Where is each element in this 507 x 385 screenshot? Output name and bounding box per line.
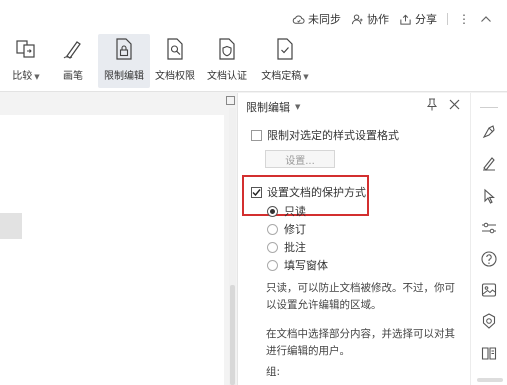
doc-cert-label: 文档认证 [207, 71, 247, 82]
protect-checkbox[interactable] [251, 186, 262, 198]
toolstrip-handle [480, 107, 498, 108]
collapse-ribbon-button[interactable] [479, 12, 493, 26]
exception-description-line2: 进行编辑的用户。 [266, 345, 350, 357]
group-label: 组: [266, 366, 281, 378]
pin-icon[interactable] [426, 98, 438, 111]
share-button[interactable]: 分享 [399, 11, 437, 27]
radio-comments-label: 批注 [284, 241, 306, 254]
readonly-description: 只读，可以防止文档被修改。不过，你可 以设置允许编辑的区域。 [266, 280, 466, 314]
collab-button[interactable]: 协作 [351, 11, 389, 27]
finalize-button[interactable]: 文档定稿 ▼ [258, 34, 312, 88]
format-restrict-option[interactable]: 限制对选定的样式设置格式 [251, 127, 399, 143]
cloud-sync-icon [292, 15, 305, 24]
radio-comments-button[interactable] [267, 241, 278, 253]
panel-title-dropdown-icon: ▼ [295, 103, 301, 111]
page-margin-shade [0, 213, 22, 239]
radio-readonly[interactable]: 只读 [267, 203, 306, 219]
readonly-description-line2: 以设置允许编辑的区域。 [266, 299, 382, 311]
panel-title: 限制编辑 [246, 101, 290, 114]
restrict-edit-label: 限制编辑 [104, 71, 144, 82]
checkmark-icon [252, 188, 261, 196]
titlebar-divider [447, 13, 448, 25]
document-rights-icon [167, 38, 183, 60]
collab-label: 协作 [367, 13, 389, 26]
collab-user-icon [351, 13, 363, 24]
compare-icon [16, 40, 35, 58]
format-restrict-checkbox[interactable] [251, 129, 262, 141]
review-ribbon: 比较 ▼ 画笔 限制编辑 文档权限 文档认证 文档定稿 ▼ [0, 30, 507, 92]
scrollbar-thumb[interactable] [230, 285, 235, 385]
radio-forms[interactable]: 填写窗体 [267, 257, 328, 273]
toolstrip-scroll-indicator [477, 378, 503, 382]
finalize-dropdown-icon: ▼ [303, 73, 309, 81]
compare-dropdown-icon: ▼ [34, 73, 40, 81]
document-area[interactable] [0, 93, 228, 385]
settings-button[interactable]: 设置... [265, 150, 335, 168]
protect-label: 设置文档的保护方式 [267, 186, 366, 199]
restrict-edit-button[interactable]: 限制编辑 [98, 34, 150, 88]
right-toolstrip [470, 93, 507, 385]
radio-tracked[interactable]: 修订 [267, 221, 306, 237]
pen-tool-icon[interactable] [480, 154, 498, 172]
cursor-select-icon[interactable] [480, 187, 498, 205]
sync-label: 未同步 [308, 13, 341, 26]
chevron-up-icon [481, 16, 491, 22]
share-icon [400, 14, 411, 25]
doc-cert-button[interactable]: 文档认证 [205, 34, 249, 88]
exception-description: 在文档中选择部分内容，并选择可以对其 进行编辑的用户。 [266, 326, 466, 360]
style-brush-icon[interactable] [480, 123, 498, 141]
compare-label: 比较 [12, 71, 33, 82]
pen-icon [63, 41, 81, 59]
radio-tracked-label: 修订 [284, 223, 306, 236]
restrict-edit-panel: 限制编辑 ▼ 限制对选定的样式设置格式 设置... 设置文档的保护方式 只读 修… [237, 93, 470, 385]
radio-forms-button[interactable] [267, 259, 278, 271]
adjust-slider-icon[interactable] [480, 219, 498, 237]
panel-title-menu[interactable]: 限制编辑 ▼ [246, 99, 300, 115]
doc-rights-button[interactable]: 文档权限 [153, 34, 197, 88]
document-page[interactable] [0, 115, 224, 385]
radio-readonly-label: 只读 [284, 205, 306, 218]
sync-status[interactable]: 未同步 [292, 11, 341, 27]
more-menu-icon[interactable]: ⋮ [458, 12, 470, 26]
close-icon[interactable] [449, 99, 460, 110]
image-edit-icon[interactable] [480, 281, 498, 299]
book-icon[interactable] [480, 344, 498, 362]
title-bar: 未同步 协作 分享 ⋮ [0, 8, 507, 30]
share-label: 分享 [415, 13, 437, 26]
settings-gear-icon[interactable] [480, 312, 498, 330]
compare-button[interactable]: 比较 ▼ [6, 34, 46, 88]
radio-readonly-button[interactable] [267, 205, 278, 217]
exception-description-line1: 在文档中选择部分内容，并选择可以对其 [266, 328, 455, 340]
radio-comments[interactable]: 批注 [267, 239, 306, 255]
readonly-description-line1: 只读，可以防止文档被修改。不过，你可 [266, 282, 455, 294]
radio-forms-label: 填写窗体 [284, 259, 328, 272]
protect-option[interactable]: 设置文档的保护方式 [251, 184, 366, 200]
pen-button[interactable]: 画笔 [58, 34, 88, 88]
format-restrict-label: 限制对选定的样式设置格式 [267, 129, 399, 142]
finalize-label: 文档定稿 [261, 71, 302, 82]
radio-tracked-button[interactable] [267, 223, 278, 235]
panel-collapse-icon[interactable] [226, 96, 235, 105]
document-lock-icon [116, 38, 132, 60]
doc-rights-label: 文档权限 [155, 71, 195, 82]
top-strip [0, 0, 507, 8]
help-icon[interactable] [480, 250, 498, 268]
document-check-icon [277, 38, 293, 60]
pen-label: 画笔 [63, 71, 83, 82]
document-shield-icon [219, 38, 235, 60]
